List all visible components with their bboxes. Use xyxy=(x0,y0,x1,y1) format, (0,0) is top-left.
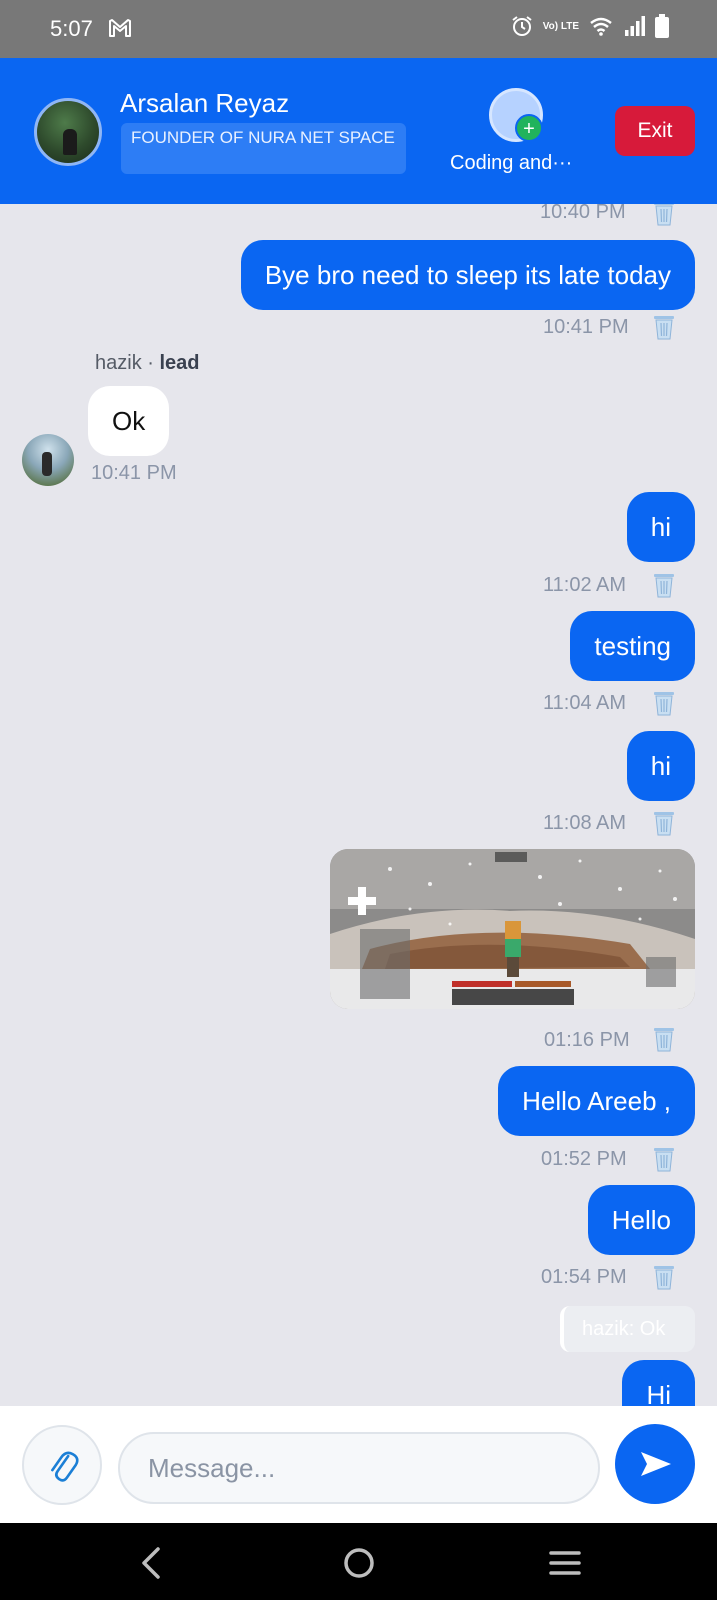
sender-separator: · xyxy=(147,352,154,374)
home-icon[interactable] xyxy=(337,1541,381,1585)
sender-name: hazik xyxy=(95,352,142,374)
status-time: 5:07 xyxy=(50,16,93,41)
message-bubble-outgoing[interactable]: testing xyxy=(570,611,695,681)
trash-icon[interactable] xyxy=(652,1026,676,1052)
alarm-icon xyxy=(512,16,532,36)
chat-header: Arsalan Reyaz FOUNDER OF NURA NET SPACE … xyxy=(0,58,717,204)
game-screenshot-image xyxy=(330,849,695,1009)
user-avatar[interactable] xyxy=(34,98,102,166)
reply-quote[interactable]: hazik: Ok xyxy=(560,1306,695,1352)
message-timestamp: 11:08 AM xyxy=(543,812,627,834)
sender-avatar[interactable] xyxy=(22,434,74,486)
message-timestamp: 10:41 PM xyxy=(91,462,177,484)
trash-icon[interactable] xyxy=(652,572,676,598)
message-composer xyxy=(0,1406,717,1523)
back-icon[interactable] xyxy=(130,1541,174,1585)
send-icon xyxy=(641,1452,671,1476)
add-status-icon[interactable]: + xyxy=(515,114,543,142)
trash-icon[interactable] xyxy=(652,810,676,836)
status-bar: 5:07 Vo) LTE xyxy=(0,0,717,58)
trash-icon[interactable] xyxy=(652,690,676,716)
wifi-icon xyxy=(590,17,612,36)
message-input[interactable] xyxy=(118,1432,600,1504)
message-timestamp: 10:40 PM xyxy=(540,204,626,223)
message-bubble-outgoing[interactable]: hi xyxy=(626,492,695,562)
system-nav-bar xyxy=(0,1523,717,1600)
status-label: Coding and··· xyxy=(450,152,573,174)
exit-button[interactable]: Exit xyxy=(615,106,695,156)
message-bubble-incoming[interactable]: Ok xyxy=(88,386,170,456)
message-bubble-outgoing[interactable]: Hello xyxy=(587,1185,695,1255)
message-timestamp: 01:16 PM xyxy=(544,1029,630,1051)
message-list[interactable]: 10:40 PM Bye bro need to sleep its late … xyxy=(0,204,717,1406)
paperclip-icon xyxy=(51,1451,79,1482)
message-bubble-outgoing[interactable]: Hi xyxy=(622,1360,695,1406)
trash-icon[interactable] xyxy=(652,204,676,226)
sender-role: lead xyxy=(159,352,200,374)
message-sender: hazik · lead xyxy=(95,352,200,375)
recents-icon[interactable] xyxy=(543,1541,587,1585)
trash-icon[interactable] xyxy=(652,1146,676,1172)
message-timestamp: 11:02 AM xyxy=(543,574,627,596)
message-timestamp: 01:54 PM xyxy=(541,1266,627,1288)
send-button[interactable] xyxy=(615,1424,695,1504)
user-name: Arsalan Reyaz xyxy=(120,88,290,118)
battery-icon xyxy=(655,14,669,38)
image-message[interactable] xyxy=(330,849,695,1009)
trash-icon[interactable] xyxy=(652,314,676,340)
message-timestamp: 10:41 PM xyxy=(543,316,629,338)
message-timestamp: 11:04 AM xyxy=(543,692,627,714)
trash-icon[interactable] xyxy=(652,1264,676,1290)
user-role-badge: FOUNDER OF NURA NET SPACE xyxy=(121,123,406,174)
message-bubble-outgoing[interactable]: hi xyxy=(626,731,695,801)
message-timestamp: 01:52 PM xyxy=(541,1148,627,1170)
gmail-icon xyxy=(109,19,131,37)
message-bubble-outgoing[interactable]: Hello Areeb , xyxy=(498,1066,695,1136)
signal-icon xyxy=(625,16,645,36)
attach-button[interactable] xyxy=(22,1425,102,1505)
message-bubble-outgoing[interactable]: Bye bro need to sleep its late today xyxy=(240,240,695,310)
volte-label: Vo) LTE xyxy=(542,20,579,32)
